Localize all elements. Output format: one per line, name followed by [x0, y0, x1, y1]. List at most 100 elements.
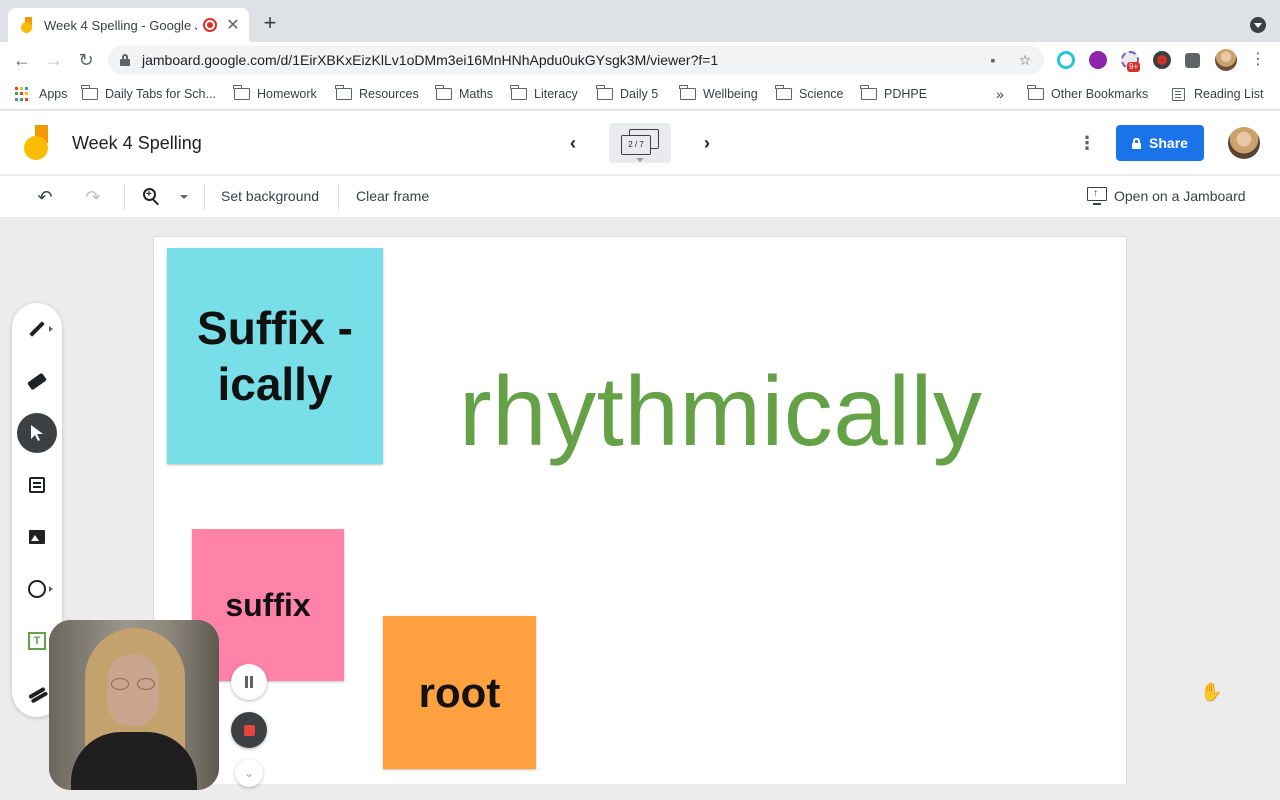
bookmark-resources[interactable]: Resources [335, 85, 419, 102]
canvas-text-word[interactable]: rhythmically [459, 355, 982, 468]
circle-shape-icon [28, 580, 46, 598]
pen-options-caret-icon[interactable] [49, 326, 53, 332]
bookmark-apps[interactable]: Apps [15, 86, 68, 102]
divider [204, 184, 205, 210]
folder-icon [679, 85, 696, 100]
new-tab-button[interactable]: + [258, 12, 282, 36]
bookmarks-overflow-button[interactable]: » [996, 86, 1004, 102]
hand-cursor-icon: ✋ [1200, 682, 1223, 702]
tab-search-icon[interactable] [1250, 17, 1266, 33]
sticky-note-icon [29, 477, 45, 493]
apps-grid-icon [15, 87, 29, 101]
clear-frame-button[interactable]: Clear frame [356, 188, 429, 204]
reload-button[interactable]: ↻ [74, 48, 98, 72]
pen-icon [29, 321, 45, 337]
stop-icon [231, 712, 267, 748]
pause-icon [244, 676, 254, 688]
divider [338, 184, 339, 210]
eraser-icon [27, 372, 47, 390]
recording-indicator-icon [203, 18, 217, 32]
browser-tab-strip: Week 4 Spelling - Google J ✕ + [0, 0, 1280, 42]
browser-toolbar: ← → ↻ jamboard.google.com/d/1EirXBKxEizK… [0, 42, 1280, 78]
bookmark-wellbeing[interactable]: Wellbeing [679, 85, 758, 102]
zoom-dropdown-caret-icon[interactable] [180, 195, 188, 199]
bookmarks-bar: Apps Daily Tabs for Sch... Homework Reso… [0, 78, 1280, 110]
sticky-note-suffix-ically[interactable]: Suffix -ically [167, 248, 383, 464]
chevron-down-icon[interactable]: ⌄ [235, 759, 263, 787]
webcam-preview[interactable] [49, 620, 219, 790]
previous-frame-button[interactable]: ‹ [561, 131, 585, 155]
tab-title: Week 4 Spelling - Google J [44, 17, 197, 33]
image-tool[interactable] [17, 517, 57, 557]
folder-icon [335, 85, 352, 100]
redo-icon[interactable]: ↷ [81, 185, 105, 209]
folder-icon [435, 85, 452, 100]
frame-counter: 2 / 7 [621, 135, 651, 155]
extension-recorder-icon[interactable] [1153, 51, 1171, 69]
bookmark-maths[interactable]: Maths [435, 85, 493, 102]
jamboard-favicon-icon [20, 17, 36, 33]
bookmark-daily-tabs[interactable]: Daily Tabs for Sch... [81, 85, 216, 102]
bookmark-science[interactable]: Science [775, 85, 843, 102]
laser-icon [28, 686, 46, 700]
bookmark-homework[interactable]: Homework [233, 85, 317, 102]
reading-list-icon [1172, 87, 1185, 101]
url-text[interactable]: jamboard.google.com/d/1EirXBKxEizKlLv1oD… [142, 52, 718, 68]
extension-2-icon[interactable] [1089, 51, 1107, 69]
shape-options-caret-icon[interactable] [49, 586, 53, 592]
open-on-jamboard-icon[interactable]: ↑ [1087, 187, 1107, 205]
tab-close-icon[interactable]: ✕ [225, 15, 241, 35]
more-options-icon[interactable]: ⋮ [1078, 131, 1096, 155]
select-tool[interactable] [17, 413, 57, 453]
folder-icon [81, 85, 98, 100]
sticky-note-root[interactable]: root [383, 616, 536, 769]
address-bar[interactable]: jamboard.google.com/d/1EirXBKxEizKlLv1oD… [108, 46, 1044, 74]
browser-menu-icon[interactable]: ⋮ [1250, 50, 1266, 70]
browser-profile-avatar[interactable] [1215, 49, 1237, 71]
zoom-icon[interactable]: + [143, 188, 161, 206]
reading-list-button[interactable]: Reading List [1172, 86, 1264, 102]
bookmark-literacy[interactable]: Literacy [510, 85, 578, 102]
camera-in-use-icon[interactable]: ▪ [984, 51, 1002, 69]
pause-recording-button[interactable] [231, 664, 267, 700]
caret-down-icon [636, 158, 644, 162]
undo-icon[interactable]: ↶ [33, 185, 57, 209]
folder-icon [510, 85, 527, 100]
folder-icon [233, 85, 250, 100]
jamboard-header: Week 4 Spelling ‹ 2 / 7 › ⋮ Share [0, 111, 1280, 175]
set-background-button[interactable]: Set background [221, 188, 319, 204]
folder-icon [860, 85, 877, 100]
jam-canvas[interactable]: Suffix -ically rhythmically suffix root [153, 236, 1127, 784]
document-title[interactable]: Week 4 Spelling [72, 133, 202, 154]
bookmark-other[interactable]: Other Bookmarks [1027, 85, 1148, 102]
browser-tab[interactable]: Week 4 Spelling - Google J ✕ [8, 8, 249, 42]
eraser-tool[interactable] [17, 361, 57, 401]
forward-button[interactable]: → [42, 48, 66, 72]
frame-bar-toggle[interactable]: 2 / 7 [609, 123, 671, 163]
extensions-puzzle-icon[interactable] [1185, 53, 1200, 68]
folder-icon [775, 85, 792, 100]
next-frame-button[interactable]: › [695, 131, 719, 155]
sticky-note-tool[interactable] [17, 465, 57, 505]
frames-stack-icon: 2 / 7 [621, 129, 659, 155]
extension-1-icon[interactable] [1057, 51, 1075, 69]
bookmark-star-icon[interactable]: ☆ [1016, 51, 1034, 69]
action-bar: ↶ ↷ + Set background Clear frame ↑ Open … [0, 176, 1280, 218]
account-avatar[interactable] [1228, 127, 1260, 159]
open-on-jamboard-button[interactable]: Open on a Jamboard [1114, 188, 1246, 204]
stop-recording-button[interactable] [231, 712, 267, 748]
bookmark-pdhpe[interactable]: PDHPE [860, 85, 927, 102]
jamboard-logo-icon[interactable] [24, 125, 50, 161]
divider [124, 184, 125, 210]
extension-badge: 9+ [1127, 62, 1141, 72]
image-icon [29, 530, 45, 544]
text-box-icon: T [28, 632, 46, 650]
lock-icon [1132, 138, 1142, 149]
folder-icon [1027, 85, 1044, 100]
bookmark-daily-5[interactable]: Daily 5 [596, 85, 658, 102]
lock-icon[interactable] [120, 54, 130, 66]
folder-icon [596, 85, 613, 100]
back-button[interactable]: ← [10, 48, 34, 72]
share-button[interactable]: Share [1116, 125, 1204, 161]
cursor-arrow-icon [31, 425, 43, 441]
